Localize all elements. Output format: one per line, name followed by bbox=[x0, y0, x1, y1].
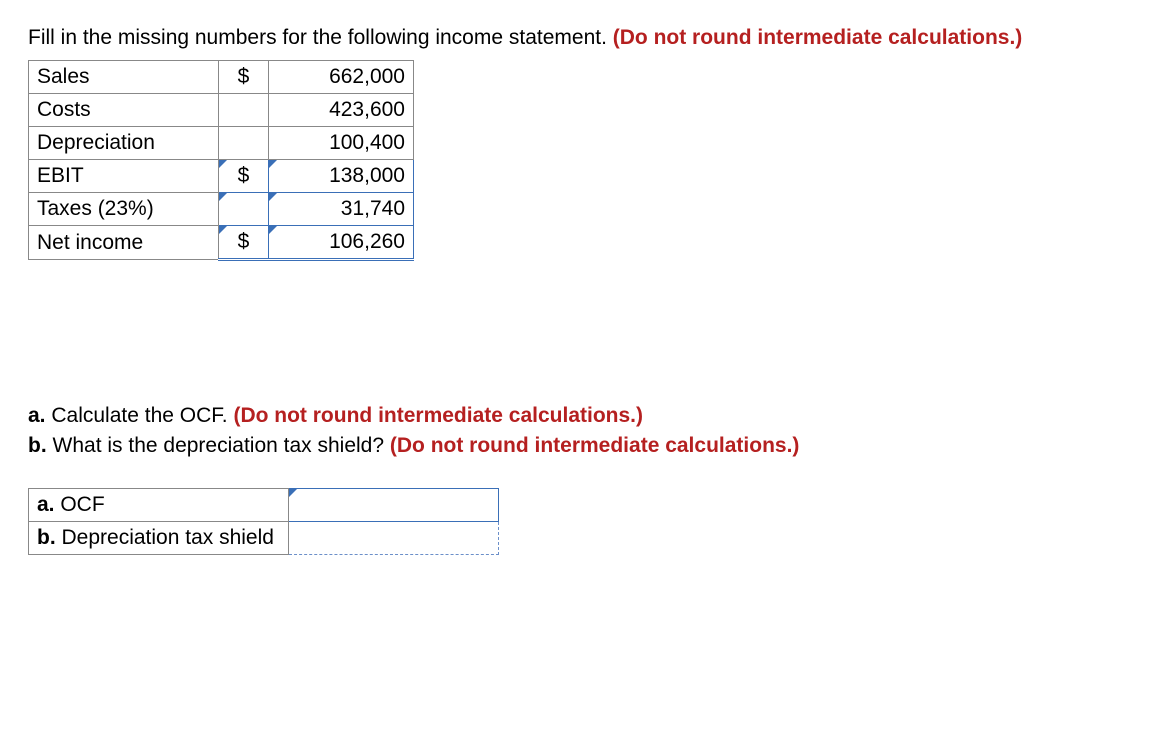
prompt-red: (Do not round intermediate calculations.… bbox=[613, 26, 1023, 49]
question-b-prefix: b. bbox=[28, 434, 47, 457]
table-row: Depreciation 100,400 bbox=[29, 127, 414, 160]
answer-table: a. OCFb. Depreciation tax shield bbox=[28, 488, 499, 555]
table-row: EBIT$138,000 bbox=[29, 160, 414, 193]
prompt-text: Fill in the missing numbers for the foll… bbox=[28, 24, 1122, 52]
questions-block: a. Calculate the OCF. (Do not round inte… bbox=[28, 401, 1122, 460]
row-currency[interactable] bbox=[219, 193, 269, 226]
table-row: Taxes (23%) 31,740 bbox=[29, 193, 414, 226]
table-row: a. OCF bbox=[29, 489, 499, 522]
table-row: Sales$662,000 bbox=[29, 61, 414, 94]
row-value[interactable]: 138,000 bbox=[269, 160, 414, 193]
answer-input[interactable] bbox=[289, 522, 499, 555]
row-currency[interactable]: $ bbox=[219, 160, 269, 193]
question-b-red: (Do not round intermediate calculations.… bbox=[390, 434, 800, 457]
row-label: Sales bbox=[29, 61, 219, 94]
row-value[interactable]: 106,260 bbox=[269, 226, 414, 260]
question-a-red: (Do not round intermediate calculations.… bbox=[233, 404, 643, 427]
answer-row-label: a. OCF bbox=[29, 489, 289, 522]
row-label: Costs bbox=[29, 94, 219, 127]
row-currency bbox=[219, 127, 269, 160]
income-statement-table: Sales$662,000Costs423,600Depreciation100… bbox=[28, 60, 414, 261]
prompt-black: Fill in the missing numbers for the foll… bbox=[28, 26, 613, 49]
row-currency bbox=[219, 94, 269, 127]
row-value: 100,400 bbox=[269, 127, 414, 160]
row-label: Taxes (23%) bbox=[29, 193, 219, 226]
row-label: Depreciation bbox=[29, 127, 219, 160]
row-currency: $ bbox=[219, 61, 269, 94]
question-a-prefix: a. bbox=[28, 404, 46, 427]
row-label: Net income bbox=[29, 226, 219, 260]
row-value: 662,000 bbox=[269, 61, 414, 94]
row-value: 423,600 bbox=[269, 94, 414, 127]
row-label: EBIT bbox=[29, 160, 219, 193]
answer-row-label: b. Depreciation tax shield bbox=[29, 522, 289, 555]
table-row: b. Depreciation tax shield bbox=[29, 522, 499, 555]
table-row: Costs 423,600 bbox=[29, 94, 414, 127]
answer-input[interactable] bbox=[289, 489, 499, 522]
question-a-text: Calculate the OCF. bbox=[51, 404, 233, 427]
question-b-text: What is the depreciation tax shield? bbox=[53, 434, 390, 457]
row-currency[interactable]: $ bbox=[219, 226, 269, 260]
row-value[interactable]: 31,740 bbox=[269, 193, 414, 226]
table-row: Net income$106,260 bbox=[29, 226, 414, 260]
